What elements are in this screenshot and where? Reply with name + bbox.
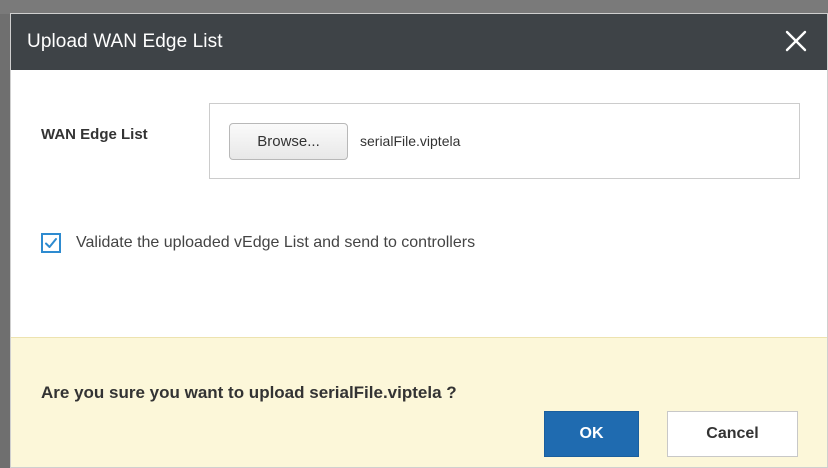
validate-checkbox[interactable] — [41, 233, 61, 253]
file-picker: Browse... serialFile.viptela — [209, 103, 800, 179]
confirmation-message: Are you sure you want to upload serialFi… — [41, 383, 457, 402]
close-icon — [785, 30, 807, 52]
selected-file-name: serialFile.viptela — [360, 133, 461, 149]
dialog-title: Upload WAN Edge List — [27, 31, 223, 52]
ok-button[interactable]: OK — [544, 411, 639, 457]
checkmark-icon — [45, 238, 57, 248]
wan-edge-list-label: WAN Edge List — [41, 126, 148, 143]
browse-button[interactable]: Browse... — [229, 123, 348, 160]
background-page — [0, 0, 828, 14]
close-button[interactable] — [783, 27, 809, 55]
cancel-button[interactable]: Cancel — [667, 411, 798, 457]
confirmation-footer: Are you sure you want to upload serialFi… — [11, 337, 827, 467]
validate-checkbox-label[interactable]: Validate the uploaded vEdge List and sen… — [76, 234, 475, 252]
dialog-titlebar: Upload WAN Edge List — [11, 14, 827, 70]
upload-wan-edge-list-dialog: Upload WAN Edge List WAN Edge List Brows… — [10, 13, 828, 468]
